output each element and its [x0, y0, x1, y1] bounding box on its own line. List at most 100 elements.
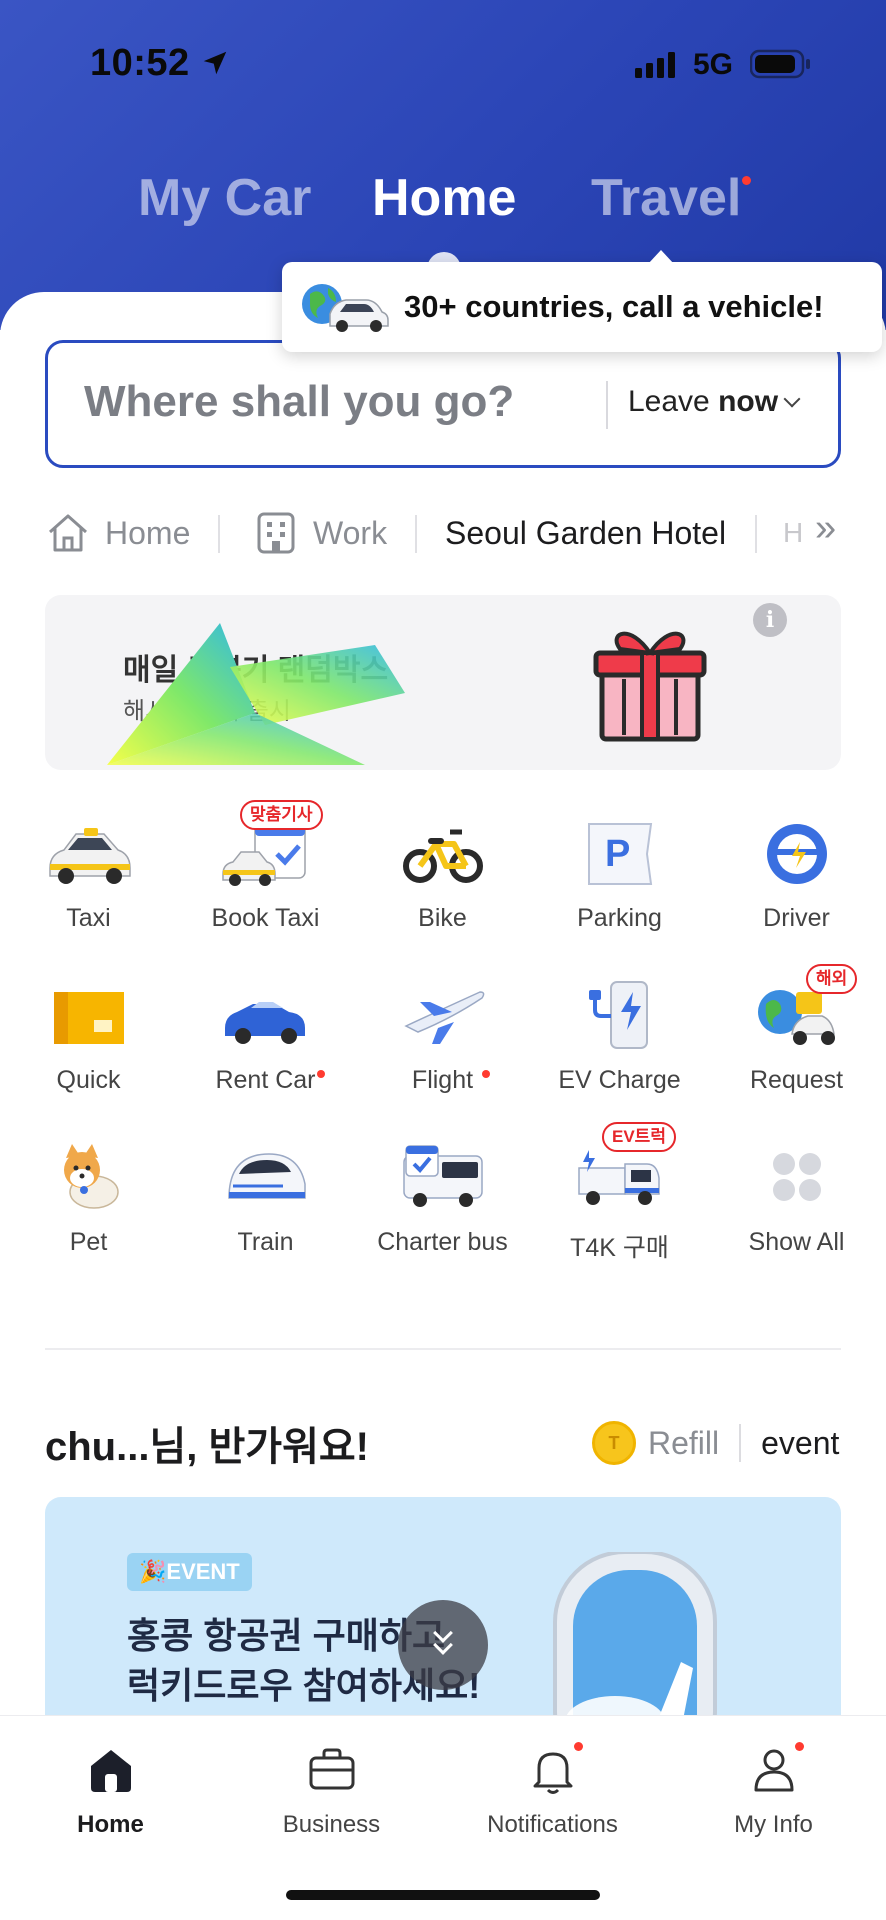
notification-dot — [795, 1742, 804, 1751]
service-charter-bus[interactable]: Charter bus — [354, 1124, 531, 1284]
shortcut-truncated-label: H — [783, 517, 804, 548]
service-label: T4K 구매 — [570, 1234, 669, 1262]
service-label: Show All — [748, 1228, 845, 1256]
briefcase-icon — [309, 1748, 355, 1790]
nav-label: Notifications — [487, 1811, 618, 1838]
nav-my-info[interactable]: My Info — [663, 1716, 884, 1866]
points-bar: T Refill event — [592, 1418, 839, 1468]
home-filled-icon — [91, 1750, 131, 1792]
service-badge: 해외 — [806, 964, 858, 994]
nav-label: My Info — [734, 1811, 813, 1838]
search-divider — [606, 381, 608, 429]
home-indicator — [286, 1890, 600, 1900]
shortcut-seoul-garden-hotel[interactable]: Seoul Garden Hotel — [445, 505, 726, 561]
status-time: 10:52 — [90, 42, 190, 84]
parking-glyph: P — [605, 833, 630, 875]
building-icon — [257, 512, 295, 554]
service-ev-charge[interactable]: EV Charge — [531, 962, 708, 1122]
services-grid: Taxi 맞춤기사 Book Taxi Bike P Parking Drive… — [0, 800, 886, 1280]
nav-home[interactable]: Home — [0, 1716, 221, 1866]
leave-prefix: Leave — [628, 385, 719, 418]
nav-label: Home — [77, 1811, 144, 1838]
status-bar: 10:52 5G — [0, 38, 886, 94]
service-label: Parking — [577, 904, 662, 932]
shortcut-separator — [415, 515, 417, 553]
service-badge: EV트럭 — [602, 1122, 676, 1152]
service-label: Driver — [763, 904, 830, 932]
service-t4k[interactable]: EV트럭 T4K 구매 — [531, 1122, 708, 1284]
service-label: Bike — [418, 904, 467, 932]
service-quick[interactable]: Quick — [0, 962, 177, 1122]
shortcut-separator — [755, 515, 757, 553]
mode-tabs: My Car Home Travel — [0, 168, 886, 238]
person-icon — [754, 1749, 794, 1792]
train-icon — [228, 1153, 306, 1199]
service-flight[interactable]: Flight — [354, 962, 531, 1122]
ev-charger-icon — [589, 981, 648, 1049]
promo-arrow-graphic — [107, 623, 405, 765]
service-rent-car[interactable]: Rent Car — [177, 962, 354, 1122]
event-title-line1: 홍콩 항공권 구매하고 — [127, 1615, 446, 1656]
service-driver[interactable]: Driver — [708, 800, 885, 960]
rent-car-icon — [225, 1002, 305, 1044]
signal-icon — [635, 52, 675, 78]
more-places-icon[interactable]: » — [815, 507, 836, 550]
shortcut-home[interactable]: Home — [45, 505, 190, 561]
service-badge: 맞춤기사 — [240, 800, 323, 830]
shortcut-truncated[interactable]: H — [783, 505, 803, 561]
info-icon[interactable]: i — [753, 603, 787, 637]
search-input[interactable] — [84, 377, 624, 427]
bus-icon — [403, 1145, 483, 1207]
saved-places: Home Work Seoul Garden Hotel H » — [45, 505, 845, 561]
service-label: Train — [237, 1228, 294, 1256]
section-divider — [45, 1348, 841, 1350]
leave-time-select[interactable]: Leave now — [628, 385, 801, 419]
notification-dot — [574, 1742, 583, 1751]
promo-banner[interactable]: 매일 로뽑기 랜덤박스 해시 표뽑기 출시 i — [45, 595, 841, 770]
service-train[interactable]: Train — [177, 1124, 354, 1284]
service-bike[interactable]: Bike — [354, 800, 531, 960]
bell-icon — [533, 1752, 573, 1794]
tab-home[interactable]: Home — [372, 168, 516, 228]
coin-icon: T — [592, 1421, 636, 1465]
destination-search[interactable]: Leave now — [45, 340, 841, 468]
service-pet[interactable]: Pet — [0, 1124, 177, 1284]
globe-car-icon — [302, 284, 389, 332]
home-icon — [49, 514, 87, 552]
shortcut-work-label: Work — [313, 514, 388, 551]
dog-icon — [64, 1144, 119, 1209]
nav-notifications[interactable]: Notifications — [442, 1716, 663, 1866]
leave-value: now — [718, 385, 779, 418]
shortcut-separator — [218, 515, 220, 553]
service-show-all[interactable]: Show All — [708, 1124, 885, 1284]
event-badge: 🎉EVENT — [127, 1553, 252, 1591]
grid-dots-icon — [773, 1153, 821, 1201]
taxi-icon — [49, 828, 131, 884]
event-link[interactable]: event — [761, 1425, 839, 1462]
gift-box-icon — [593, 631, 707, 742]
service-request[interactable]: 해외 Request — [708, 962, 885, 1122]
service-label: Flight — [411, 1066, 474, 1094]
tab-travel[interactable]: Travel — [591, 168, 741, 228]
service-label: Rent Car — [215, 1066, 316, 1094]
service-label: Book Taxi — [211, 904, 320, 932]
travel-tooltip[interactable]: 30+ countries, call a vehicle! — [282, 262, 882, 352]
service-parking[interactable]: P Parking — [531, 800, 708, 960]
tab-my-car[interactable]: My Car — [138, 168, 311, 228]
bike-icon — [403, 829, 483, 883]
service-label: Taxi — [66, 904, 111, 932]
service-label: Request — [749, 1066, 844, 1094]
service-book-taxi[interactable]: 맞춤기사 Book Taxi — [177, 800, 354, 960]
shortcut-work[interactable]: Work — [253, 505, 387, 561]
refill-link[interactable]: Refill — [648, 1425, 719, 1462]
airplane-icon — [404, 991, 485, 1044]
box-icon — [54, 992, 124, 1044]
collapse-button[interactable] — [398, 1600, 488, 1690]
service-label: Pet — [69, 1228, 108, 1256]
service-taxi[interactable]: Taxi — [0, 800, 177, 960]
nav-business[interactable]: Business — [221, 1716, 442, 1866]
shortcut-home-label: Home — [105, 514, 191, 551]
parking-icon: P — [588, 823, 653, 885]
service-label: Quick — [56, 1066, 121, 1094]
location-arrow-icon — [203, 51, 227, 75]
